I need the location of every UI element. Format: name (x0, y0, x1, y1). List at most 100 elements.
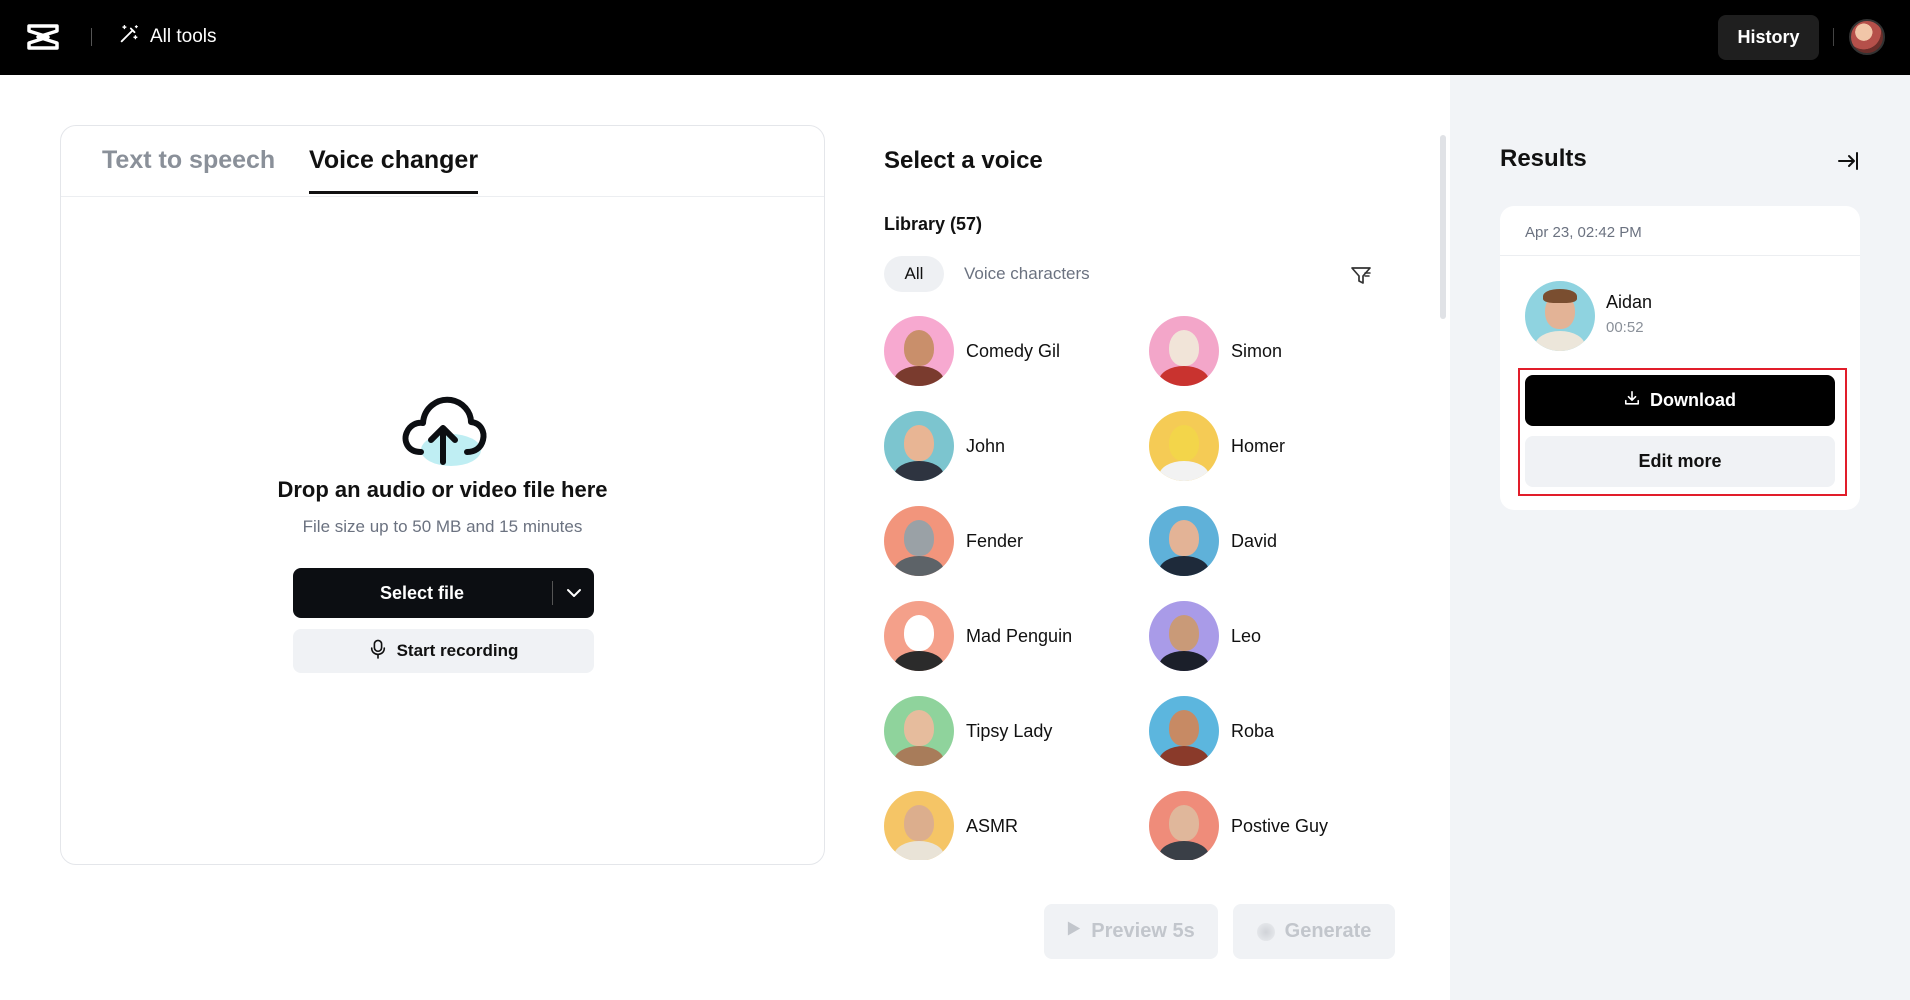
user-avatar[interactable] (1849, 19, 1885, 55)
voice-avatar-face (1169, 805, 1199, 841)
download-icon (1624, 390, 1640, 411)
voice-avatar-face (1169, 710, 1199, 746)
filter-chip-all[interactable]: All (884, 256, 944, 292)
header-divider-right (1833, 28, 1834, 46)
voice-avatar-face (904, 615, 934, 651)
voice-name: Fender (966, 530, 1024, 551)
voice-item[interactable]: John (884, 411, 1005, 481)
voice-name: Mad Penguin (966, 625, 1073, 646)
voice-avatar-body (894, 461, 944, 481)
result-card: Apr 23, 02:42 PM Aidan 00:52 Download Ed… (1500, 206, 1860, 510)
voice-item[interactable]: David (1149, 506, 1277, 576)
drop-title: Drop an audio or video file here (277, 477, 608, 502)
voice-avatar-body (1159, 841, 1209, 860)
voice-avatar-face (1169, 330, 1199, 366)
voice-avatar-body (1159, 746, 1209, 766)
voice-item[interactable]: Tipsy Lady (884, 696, 1052, 766)
voice-avatar-face (1169, 425, 1199, 461)
results-title: Results (1500, 145, 1587, 172)
card-divider (1500, 255, 1860, 256)
voice-item[interactable]: Fender (884, 506, 1023, 576)
tab-text-to-speech[interactable]: Text to speech (102, 146, 275, 191)
voice-name: David (1231, 530, 1278, 551)
voice-name: Roba (1231, 720, 1275, 741)
voice-name: Tipsy Lady (966, 720, 1053, 741)
voice-item[interactable]: Roba (1149, 696, 1274, 766)
select-voice-title: Select a voice (884, 147, 1043, 174)
voice-item[interactable]: Postive Guy (1149, 791, 1328, 860)
voice-avatar-face (1169, 520, 1199, 556)
voice-item[interactable]: Simon (1149, 316, 1282, 386)
voice-avatar-body (894, 366, 944, 386)
generate-button[interactable]: Generate (1233, 904, 1395, 959)
result-voice-name: Aidan (1606, 292, 1653, 312)
voice-item[interactable]: Mad Penguin (884, 601, 1072, 671)
voice-avatar (884, 316, 954, 386)
result-voice-avatar[interactable] (1525, 281, 1595, 351)
voice-avatar-face (904, 710, 934, 746)
voice-avatar (1149, 601, 1219, 671)
capcut-logo-icon[interactable] (26, 22, 60, 52)
preview-button[interactable]: Preview 5s (1044, 904, 1218, 959)
all-tools-button[interactable]: All tools (118, 22, 217, 52)
tab-voice-changer[interactable]: Voice changer (309, 146, 479, 194)
voice-avatar-body (894, 841, 944, 860)
cloud-upload-icon (397, 388, 489, 470)
voice-list-scrollbar[interactable] (1440, 135, 1446, 319)
voice-avatar-body (1159, 366, 1209, 386)
voice-avatar-face (904, 520, 934, 556)
voice-changer-card: Text to speech Voice changer Drop an aud… (60, 125, 825, 865)
voice-avatar (1149, 506, 1219, 576)
voice-item[interactable]: Leo (1149, 601, 1261, 671)
voice-avatar (884, 791, 954, 860)
download-button[interactable]: Download (1525, 375, 1835, 426)
voice-avatar (1149, 316, 1219, 386)
filter-chip-voice-characters[interactable]: Voice characters (964, 264, 1090, 284)
voice-list: Comedy Gil Simon John Homer Fender David Mad P… (884, 316, 1444, 860)
generate-icon (1256, 922, 1275, 941)
chevron-down-icon[interactable] (561, 580, 587, 606)
voice-name: John (966, 435, 1006, 456)
voice-avatar-body (1159, 461, 1209, 481)
voice-avatar (1149, 411, 1219, 481)
voice-avatar-body (1159, 651, 1209, 671)
start-recording-label: Start recording (396, 641, 519, 660)
top-bar: All tools History (0, 0, 1910, 75)
results-panel: Results Apr 23, 02:42 PM Aidan 00:52 Dow… (1450, 75, 1910, 1000)
history-button[interactable]: History (1718, 15, 1819, 60)
microphone-icon (369, 639, 387, 664)
filter-icon[interactable] (1349, 263, 1373, 287)
edit-more-button[interactable]: Edit more (1525, 436, 1835, 487)
voice-avatar-face (1169, 615, 1199, 651)
select-file-button[interactable]: Select file (293, 568, 594, 618)
voice-avatar (884, 696, 954, 766)
voice-item[interactable]: Comedy Gil (884, 316, 1060, 386)
mode-tabs: Text to speech Voice changer (61, 126, 824, 197)
voice-avatar-body (894, 556, 944, 576)
select-file-divider (552, 581, 553, 605)
magic-wand-icon (118, 23, 140, 51)
voice-avatar (884, 411, 954, 481)
voice-avatar (884, 601, 954, 671)
collapse-panel-icon[interactable] (1835, 148, 1861, 174)
voice-item[interactable]: ASMR (884, 791, 1018, 860)
voice-name: Homer (1231, 435, 1286, 456)
voice-avatar-body (1159, 556, 1209, 576)
voice-avatar (1149, 791, 1219, 860)
voice-avatar-body (894, 651, 944, 671)
result-date: Apr 23, 02:42 PM (1525, 224, 1642, 241)
start-recording-button[interactable]: Start recording (293, 629, 594, 673)
preview-label: Preview 5s (1091, 920, 1195, 942)
drop-subtitle: File size up to 50 MB and 15 minutes (302, 517, 583, 536)
result-duration: 00:52 (1606, 319, 1644, 336)
play-icon (1067, 920, 1081, 943)
voice-name: Simon (1231, 340, 1283, 361)
voice-name: ASMR (966, 815, 1019, 836)
voice-name: Leo (1231, 625, 1262, 646)
voice-item[interactable]: Homer (1149, 411, 1285, 481)
voice-avatar-face (904, 425, 934, 461)
library-label: Library (57) (884, 214, 983, 234)
voice-name: Comedy Gil (966, 340, 1061, 361)
select-file-label: Select file (379, 582, 465, 603)
voice-avatar (1149, 696, 1219, 766)
